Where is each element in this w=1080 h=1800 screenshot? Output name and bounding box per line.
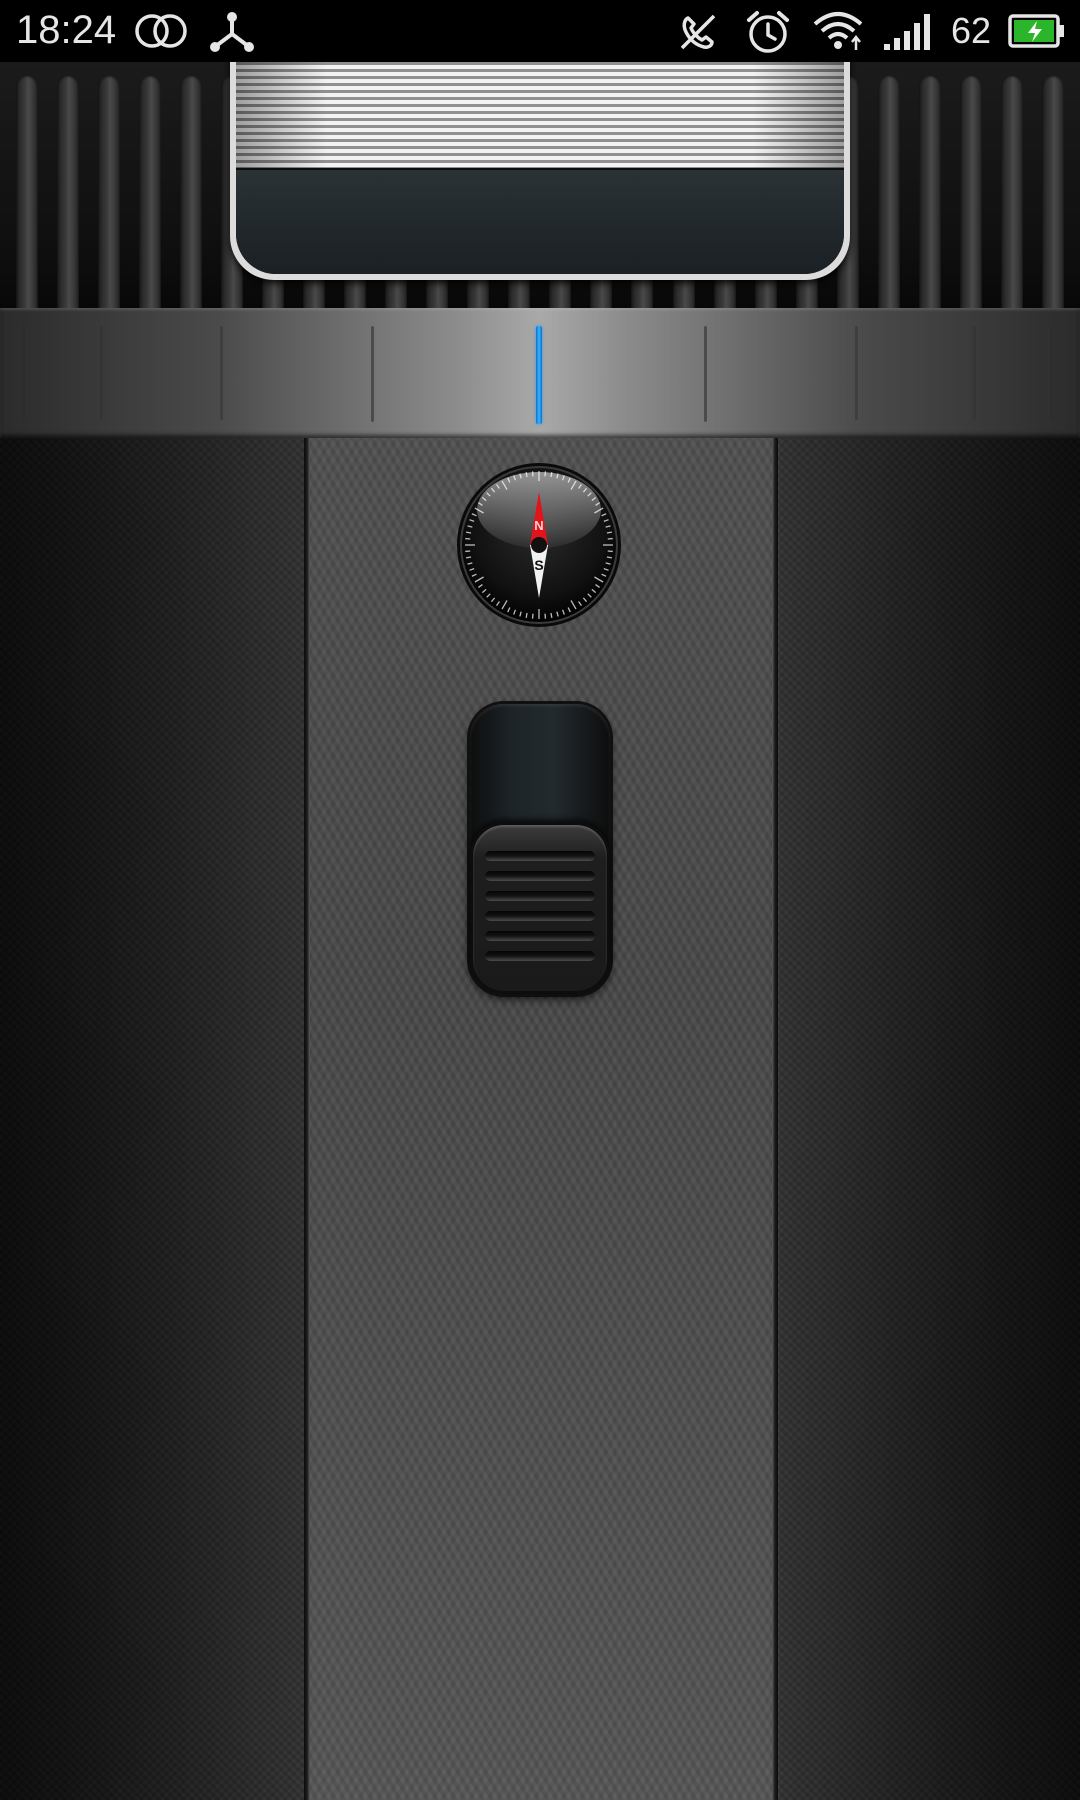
center-grip-panel: [310, 438, 772, 1800]
left-groove: [304, 438, 310, 1800]
flashlight-app-screen: 18:24 62 N S: [0, 0, 1080, 1800]
scale-tick: [100, 326, 103, 420]
status-bar: 18:24 62: [0, 0, 1080, 62]
flashlight-head: [0, 62, 1080, 308]
power-switch-knob[interactable]: [470, 822, 610, 994]
wifi-icon: [812, 10, 864, 59]
compass-south-label: S: [534, 557, 543, 573]
scale-tick: [371, 326, 374, 422]
scale-tick-active[interactable]: [536, 326, 542, 424]
compass-degree-tick: [550, 612, 553, 618]
right-groove: [772, 438, 778, 1800]
lens-window: [236, 168, 844, 274]
flashlight-lens: [230, 62, 850, 280]
power-switch[interactable]: [470, 704, 610, 994]
compass-degree-tick: [466, 531, 472, 534]
scale-tick: [973, 326, 976, 420]
scale-tick: [1050, 326, 1053, 420]
scale-tick: [855, 326, 858, 420]
compass-north-label: N: [534, 518, 543, 533]
brightness-scale-ring[interactable]: [0, 308, 1080, 438]
lens-reflector: [236, 62, 844, 168]
battery-percentage: 62: [951, 10, 992, 51]
scale-tick: [704, 326, 707, 422]
cellular-signal-icon: [882, 12, 936, 57]
compass-degree-tick: [606, 531, 612, 534]
compass-degree-tick: [525, 612, 528, 618]
flashlight-body: [0, 438, 1080, 1800]
battery-charging-icon: [1008, 14, 1066, 53]
compass-degree-tick: [606, 556, 612, 559]
no-call-icon: [676, 10, 720, 59]
compass-widget[interactable]: N S: [456, 462, 622, 628]
status-time: 18:24: [16, 8, 117, 52]
dual-sim-rings-icon: [134, 12, 188, 55]
scale-tick: [220, 326, 223, 420]
share-hub-icon: [208, 10, 256, 59]
scale-tick: [22, 326, 25, 420]
alarm-clock-icon: [744, 8, 792, 61]
compass-degree-tick: [466, 556, 472, 559]
